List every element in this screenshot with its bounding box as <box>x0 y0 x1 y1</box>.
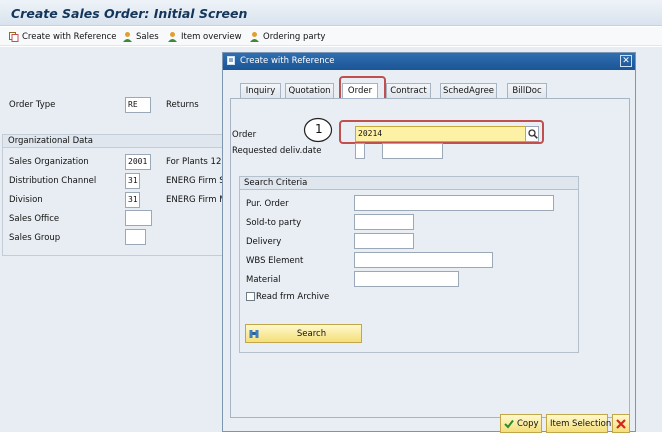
sales-office-label: Sales Office <box>9 214 60 224</box>
order-field-highlight <box>339 120 544 144</box>
order-type-description: Returns <box>166 100 199 110</box>
delivery-label: Delivery <box>246 237 282 247</box>
create-with-reference-label: Create with Reference <box>22 31 117 42</box>
tab-inquiry[interactable]: Inquiry <box>240 83 281 98</box>
distribution-channel-description: ENERG Firm Sa <box>166 176 230 186</box>
order-label: Order <box>232 130 257 140</box>
read-from-archive-checkbox[interactable] <box>246 292 255 301</box>
tab-billdoc[interactable]: BillDoc <box>507 83 547 98</box>
sales-group-label: Sales Group <box>9 233 61 243</box>
ordering-party-button[interactable]: Ordering party <box>249 30 325 43</box>
material-field[interactable] <box>354 271 459 287</box>
search-criteria-title: Search Criteria <box>244 178 308 188</box>
wbs-element-label: WBS Element <box>246 256 304 266</box>
create-with-reference-dialog: Create with Reference ✕ Inquiry Quotatio… <box>222 52 636 433</box>
material-label: Material <box>246 275 281 285</box>
org-data-title: Organizational Data <box>8 136 93 146</box>
item-overview-icon <box>167 31 178 42</box>
copy-button[interactable]: Copy <box>500 414 542 433</box>
dialog-document-icon <box>227 56 237 66</box>
sales-organization-field[interactable]: 2001 <box>125 154 151 170</box>
order-type-field[interactable]: RE <box>125 97 151 113</box>
search-criteria-group: Search Criteria Pur. Order Sold-to party… <box>239 176 579 353</box>
tab-schedagree[interactable]: SchedAgree <box>440 83 497 98</box>
sales-organization-label: Sales Organization <box>9 157 89 167</box>
dialog-title: Create with Reference <box>240 56 335 66</box>
copy-button-label: Copy <box>517 418 539 429</box>
sales-office-field[interactable] <box>125 210 152 226</box>
pur-order-field[interactable] <box>354 195 554 211</box>
sales-person-icon <box>122 31 133 42</box>
sales-group-field[interactable] <box>125 229 146 245</box>
page-title: Create Sales Order: Initial Screen <box>11 6 248 21</box>
binoculars-icon <box>249 329 259 339</box>
distribution-channel-field[interactable]: 31 <box>125 173 140 189</box>
cancel-x-icon <box>616 418 626 429</box>
sales-label: Sales <box>136 31 159 42</box>
create-with-reference-button[interactable]: Create with Reference <box>9 30 116 43</box>
sold-to-party-field[interactable] <box>354 214 414 230</box>
checkmark-icon <box>504 419 514 429</box>
search-button-label: Search <box>296 328 327 339</box>
requested-delivery-date-field[interactable] <box>382 143 443 159</box>
sales-organization-description: For Plants 125 <box>166 157 227 167</box>
close-icon: ✕ <box>622 56 630 66</box>
tab-contract[interactable]: Contract <box>386 83 431 98</box>
read-from-archive-label: Read frm Archive <box>256 292 330 302</box>
dialog-title-bar: Create with Reference ✕ <box>223 53 635 70</box>
order-tab-panel: Order 20214 1 Requested deliv.date Searc… <box>230 98 630 418</box>
distribution-channel-label: Distribution Channel <box>9 176 97 186</box>
cancel-button[interactable] <box>612 414 630 433</box>
order-type-label: Order Type <box>9 100 56 110</box>
search-criteria-header: Search Criteria <box>240 177 578 190</box>
delivery-field[interactable] <box>354 233 414 249</box>
pur-order-label: Pur. Order <box>246 199 289 209</box>
application-toolbar: Create with Reference Sales Item overvie… <box>0 27 662 46</box>
copy-document-icon <box>9 31 19 42</box>
tab-quotation[interactable]: Quotation <box>285 83 334 98</box>
item-overview-label: Item overview <box>181 31 242 42</box>
division-field[interactable]: 31 <box>125 192 140 208</box>
sold-to-party-label: Sold-to party <box>246 218 302 228</box>
item-selection-label: Item Selection <box>550 418 612 429</box>
wbs-element-field[interactable] <box>354 252 493 268</box>
search-button[interactable]: Search <box>245 324 362 343</box>
ordering-party-icon <box>249 31 260 42</box>
item-overview-button[interactable]: Item overview <box>167 30 242 43</box>
ordering-party-label: Ordering party <box>263 31 326 42</box>
dialog-close-button[interactable]: ✕ <box>620 55 632 67</box>
title-bar: Create Sales Order: Initial Screen <box>0 0 662 26</box>
requested-delivery-date-label: Requested deliv.date <box>232 146 322 156</box>
requested-delivery-type-field[interactable] <box>355 143 365 159</box>
org-data-header: Organizational Data <box>3 135 227 148</box>
sales-button[interactable]: Sales <box>122 30 159 43</box>
item-selection-button[interactable]: Item Selection <box>546 414 612 433</box>
step-number-label: 1 <box>315 122 323 136</box>
division-label: Division <box>9 195 43 205</box>
